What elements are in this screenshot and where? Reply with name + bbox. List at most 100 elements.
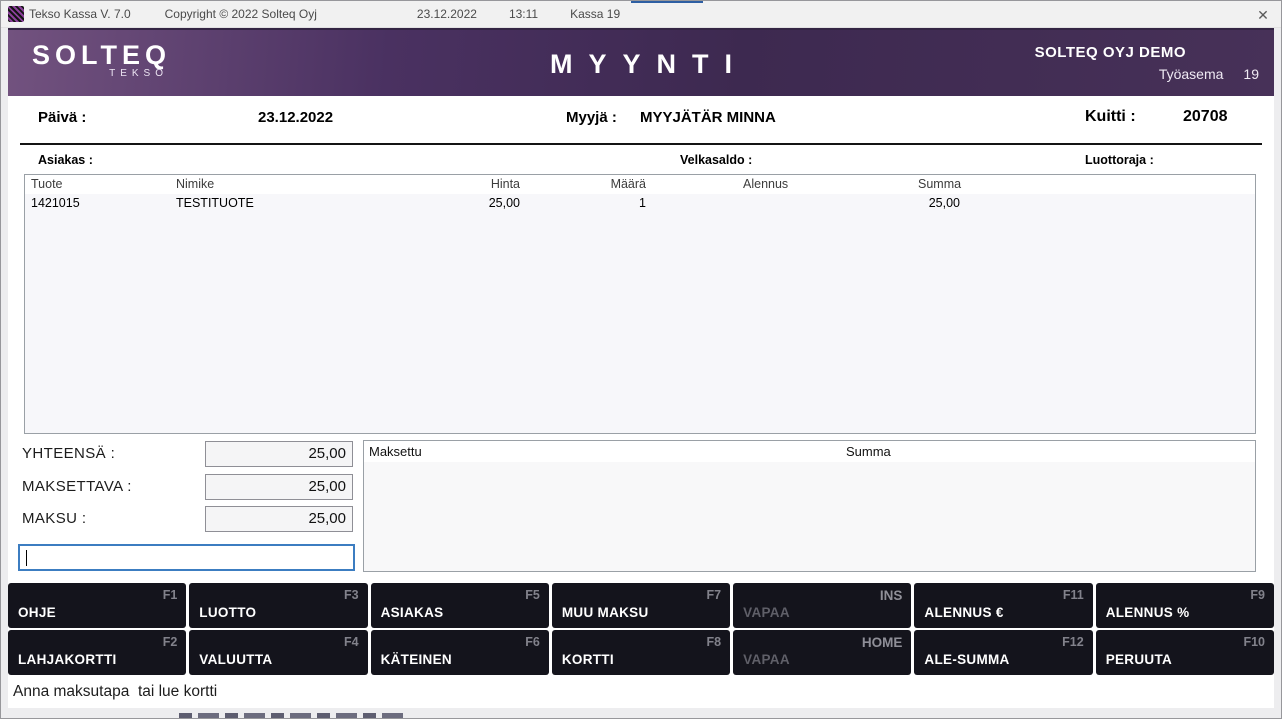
fkey-kortti-f8[interactable]: F8 KORTTI — [552, 630, 730, 675]
client-area: SOLTEQ TEKSO MYYNTI SOLTEQ OYJ DEMO Työa… — [8, 28, 1274, 708]
workstation-info: Työasema 19 — [1159, 66, 1259, 82]
date-label: Päivä : — [38, 109, 86, 126]
fkey-shortcut-label: F1 — [163, 588, 178, 602]
total-label: YHTEENSÄ : — [22, 445, 115, 462]
fkey-ale-summa-f12[interactable]: F12 ALE-SUMMA — [914, 630, 1092, 675]
app-title: Tekso Kassa V. 7.0 — [29, 7, 131, 21]
fkey-shortcut-label: F12 — [1062, 635, 1084, 649]
date-value: 23.12.2022 — [258, 109, 333, 126]
fkey-button-label: LAHJAKORTTI — [18, 652, 117, 667]
fkey-button-label: VAPAA — [743, 652, 790, 667]
payment-label: MAKSU : — [22, 510, 86, 527]
app-icon — [8, 6, 24, 22]
fkey-shortcut-label: F5 — [525, 588, 540, 602]
fkey-lahjakortti-f2[interactable]: F2 LAHJAKORTTI — [8, 630, 186, 675]
fkey-shortcut-label: F11 — [1063, 588, 1084, 602]
cell-name: TESTITUOTE — [176, 196, 254, 210]
fkey-alennus-f9[interactable]: F9 ALENNUS % — [1096, 583, 1274, 628]
pos-window: Tekso Kassa V. 7.0 Copyright © 2022 Solt… — [0, 0, 1282, 719]
items-table-header: Tuote Nimike Hinta Määrä Alennus Summa — [25, 175, 1255, 194]
fkey-ohje-f1[interactable]: F1 OHJE — [8, 583, 186, 628]
titlebar-date: 23.12.2022 — [417, 7, 477, 21]
fkey-käteinen-f6[interactable]: F6 KÄTEINEN — [371, 630, 549, 675]
text-caret — [26, 550, 27, 566]
payable-label: MAKSETTAVA : — [22, 478, 132, 495]
fkey-peruuta-f10[interactable]: F10 PERUUTA — [1096, 630, 1274, 675]
payments-panel: Maksettu Summa — [363, 440, 1256, 572]
payable-value: 25,00 — [205, 474, 353, 500]
table-row[interactable]: 1421015 TESTITUOTE 25,00 1 25,00 — [25, 194, 1255, 213]
fkey-button-label: ALENNUS € — [924, 605, 1003, 620]
fkey-shortcut-label: INS — [880, 588, 903, 603]
titlebar-register: Kassa 19 — [570, 7, 620, 21]
payment-entry-input[interactable] — [20, 546, 353, 569]
cell-total: 25,00 — [845, 196, 960, 210]
header-band: SOLTEQ TEKSO MYYNTI SOLTEQ OYJ DEMO Työa… — [8, 28, 1274, 96]
fkey-shortcut-label: F4 — [344, 635, 359, 649]
fkey-button-label: VALUUTTA — [199, 652, 272, 667]
cell-qty: 1 — [545, 196, 646, 210]
receipt-number: 20708 — [1183, 108, 1228, 126]
fkey-button-label: VAPAA — [743, 605, 790, 620]
col-discount: Alennus — [743, 177, 788, 191]
fkey-button-label: KORTTI — [562, 652, 614, 667]
customer-label: Asiakas : — [38, 153, 93, 167]
totals-section: YHTEENSÄ : 25,00 MAKSETTAVA : 25,00 MAKS… — [8, 434, 1274, 583]
bottom-frame — [1, 708, 1281, 719]
sum-column-label: Summa — [846, 444, 891, 459]
fkey-button-label: ALE-SUMMA — [924, 652, 1009, 667]
fkey-button-label: KÄTEINEN — [381, 652, 452, 667]
fkey-shortcut-label: F2 — [163, 635, 178, 649]
store-name: SOLTEQ OYJ DEMO — [1035, 44, 1186, 61]
copyright-text: Copyright © 2022 Solteq Oyj — [165, 7, 317, 21]
payment-value: 25,00 — [205, 506, 353, 532]
col-total: Summa — [918, 177, 961, 191]
fkey-shortcut-label: F3 — [344, 588, 359, 602]
background-window-edge — [631, 1, 703, 3]
paid-column-label: Maksettu — [369, 444, 422, 459]
payments-header: Maksettu Summa — [364, 441, 1255, 462]
workstation-number: 19 — [1243, 66, 1259, 82]
fkey-shortcut-label: HOME — [862, 635, 903, 650]
receipt-label: Kuitti : — [1085, 108, 1136, 126]
fkey-button-label: LUOTTO — [199, 605, 256, 620]
col-product: Tuote — [31, 177, 63, 191]
fkey-luotto-f3[interactable]: F3 LUOTTO — [189, 583, 367, 628]
fkey-button-label: MUU MAKSU — [562, 605, 649, 620]
fkey-alennus-f11[interactable]: F11 ALENNUS € — [914, 583, 1092, 628]
fkey-shortcut-label: F8 — [707, 635, 722, 649]
debt-balance-label: Velkasaldo : — [680, 153, 752, 167]
fkey-shortcut-label: F9 — [1250, 588, 1265, 602]
fkey-button-label: ASIAKAS — [381, 605, 444, 620]
status-message: Anna maksutapa tai lue kortti — [13, 683, 217, 701]
background-window-text-fragment — [179, 713, 407, 718]
seller-label: Myyjä : — [566, 109, 617, 126]
seller-value: MYYJÄTÄR MINNA — [640, 109, 776, 126]
window-titlebar[interactable]: Tekso Kassa V. 7.0 Copyright © 2022 Solt… — [1, 1, 1281, 28]
items-table: Tuote Nimike Hinta Määrä Alennus Summa 1… — [24, 174, 1256, 434]
sale-info-row: Päivä : 23.12.2022 Myyjä : MYYJÄTÄR MINN… — [8, 96, 1274, 143]
fkey-shortcut-label: F10 — [1243, 635, 1265, 649]
fkey-vapaa-ins: INS VAPAA — [733, 583, 911, 628]
cell-product: 1421015 — [31, 196, 80, 210]
fkey-valuutta-f4[interactable]: F4 VALUUTTA — [189, 630, 367, 675]
payment-entry-field — [18, 544, 355, 571]
col-qty: Määrä — [545, 177, 646, 191]
fkey-button-label: OHJE — [18, 605, 56, 620]
cell-price: 25,00 — [405, 196, 520, 210]
customer-info-row: Asiakas : Velkasaldo : Luottoraja : — [8, 145, 1274, 176]
fkey-shortcut-label: F6 — [525, 635, 540, 649]
fkey-button-label: PERUUTA — [1106, 652, 1172, 667]
fkey-asiakas-f5[interactable]: F5 ASIAKAS — [371, 583, 549, 628]
total-value: 25,00 — [205, 441, 353, 467]
fkey-vapaa-home: HOME VAPAA — [733, 630, 911, 675]
fkey-muu-maksu-f7[interactable]: F7 MUU MAKSU — [552, 583, 730, 628]
fkey-button-label: ALENNUS % — [1106, 605, 1190, 620]
col-price: Hinta — [405, 177, 520, 191]
close-icon[interactable]: ✕ — [1254, 6, 1272, 24]
payments-list-empty — [364, 462, 1255, 571]
status-bar: Anna maksutapa tai lue kortti — [8, 675, 1274, 708]
col-name: Nimike — [176, 177, 214, 191]
fkey-shortcut-label: F7 — [707, 588, 722, 602]
workstation-label: Työasema — [1159, 66, 1224, 82]
